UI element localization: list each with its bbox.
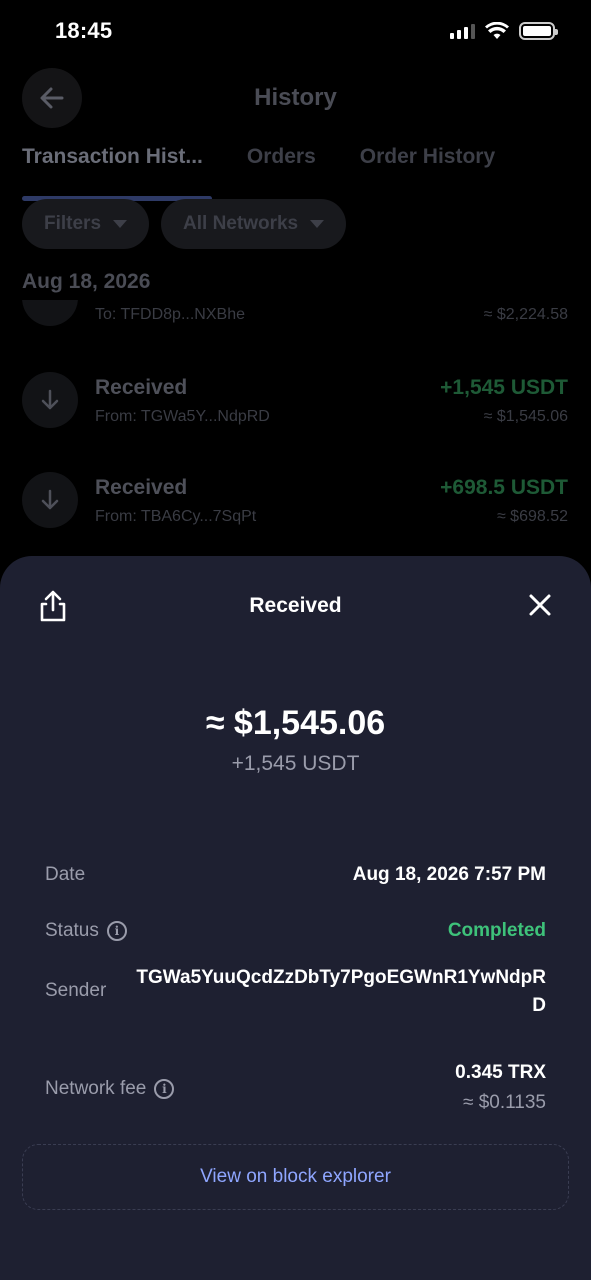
tab-transaction-history[interactable]: Transaction Hist...: [22, 145, 212, 201]
list-item[interactable]: Received From: TBA6Cy...7SqPt +698.5 USD…: [0, 472, 591, 532]
sender-address[interactable]: TGWa5YuuQcdZzDbTy7PgoEGWnR1YwNdpRD: [136, 964, 546, 1020]
list-item[interactable]: To: TFDD8p...NXBhe ≈ $2,224.58: [0, 300, 591, 340]
info-icon[interactable]: i: [106, 921, 127, 941]
explorer-label: View on block explorer: [200, 1166, 391, 1187]
network-label: All Networks: [183, 213, 299, 234]
tab-label: Orders: [246, 145, 316, 168]
arrow-down-icon: [22, 472, 78, 528]
tx-fiat: ≈ $698.52: [496, 508, 568, 525]
tx-counterparty: From: TGWa5Y...NdpRD: [95, 408, 270, 425]
close-button[interactable]: [525, 590, 555, 620]
network-fee-label: Network fee: [45, 1078, 147, 1099]
filters-label: Filters: [44, 213, 102, 234]
fee-label-wrap: Network fee i: [45, 1078, 175, 1100]
view-block-explorer-button[interactable]: View on block explorer: [22, 1144, 569, 1210]
status-label-wrap: Status i: [45, 920, 127, 942]
list-item[interactable]: Received From: TGWa5Y...NdpRD +1,545 USD…: [0, 372, 591, 432]
tab-label: Order History: [359, 145, 496, 168]
tx-counterparty: From: TBA6Cy...7SqPt: [95, 508, 257, 525]
sheet-header: Received: [0, 586, 591, 626]
arrow-up-icon: [22, 300, 78, 326]
tx-title: Received: [95, 376, 188, 399]
tab-bar: Transaction Hist... Orders Order History: [22, 145, 495, 201]
tab-label: Transaction Hist...: [22, 145, 203, 168]
network-fee-fiat: ≈ $0.1135: [463, 1092, 546, 1113]
sheet-title: Received: [249, 594, 342, 617]
tx-fiat: ≈ $1,545.06: [483, 408, 568, 425]
arrow-down-icon: [22, 372, 78, 428]
tab-order-history[interactable]: Order History: [360, 145, 495, 185]
date-heading: Aug 18, 2026: [22, 270, 151, 293]
network-fee-value: 0.345 TRX: [455, 1062, 546, 1083]
status-value: Completed: [447, 920, 546, 941]
transaction-detail-sheet: Received ≈ $1,545.06 +1,545 USDT Date Au…: [0, 556, 591, 1280]
tx-amount: +1,545 USDT: [440, 376, 568, 399]
tab-orders[interactable]: Orders: [247, 145, 316, 185]
tx-amount: +698.5 USDT: [440, 476, 568, 499]
filter-bar: Filters All Networks: [22, 199, 347, 249]
tx-title: Received: [95, 476, 188, 499]
caret-down-icon: [113, 220, 128, 228]
info-icon[interactable]: i: [154, 1079, 175, 1099]
sender-label: Sender: [45, 980, 107, 1001]
tx-fiat: ≈ $2,224.58: [483, 306, 568, 323]
page-title: History: [254, 84, 337, 111]
close-icon: [529, 594, 551, 616]
crypto-amount: +1,545 USDT: [231, 752, 360, 775]
status-label: Status: [45, 920, 99, 941]
fiat-amount: ≈ $1,545.06: [205, 704, 386, 742]
filters-dropdown[interactable]: Filters: [22, 199, 150, 249]
caret-down-icon: [310, 220, 325, 228]
network-dropdown[interactable]: All Networks: [161, 199, 347, 249]
tx-counterparty: To: TFDD8p...NXBhe: [95, 306, 245, 323]
date-label: Date: [45, 864, 86, 885]
date-value: Aug 18, 2026 7:57 PM: [352, 864, 546, 885]
